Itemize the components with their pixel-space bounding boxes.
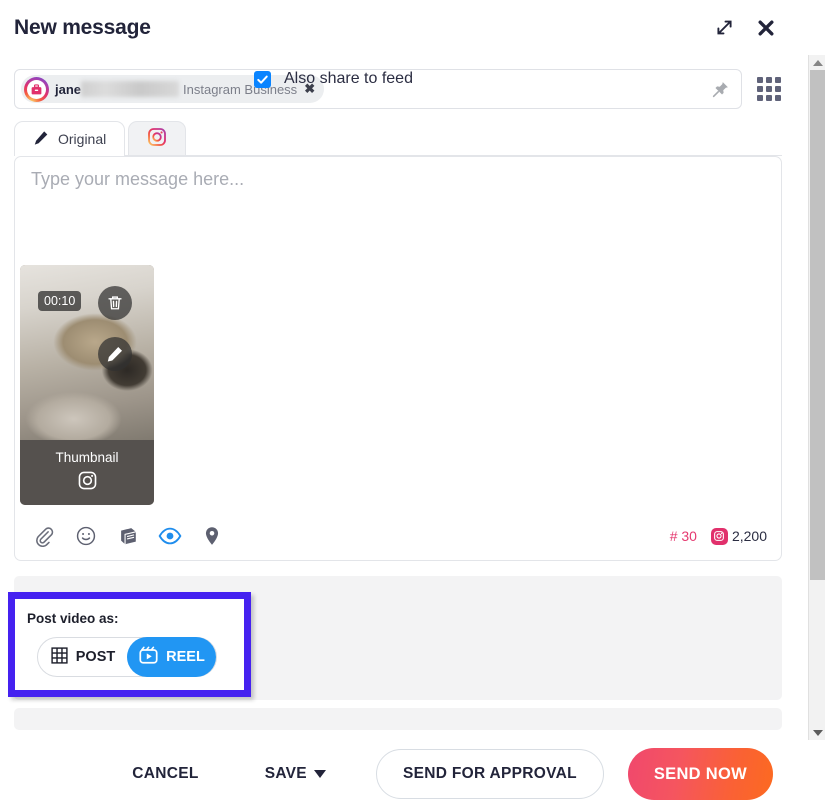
scrollbar-thumb[interactable] xyxy=(810,70,825,580)
expand-icon[interactable] xyxy=(713,17,735,39)
send-now-button[interactable]: SEND NOW xyxy=(627,748,773,800)
scroll-down-icon[interactable] xyxy=(809,725,825,740)
recipient-name: jane xyxy=(55,81,82,97)
post-video-as-group: Post video as: POST REEL xyxy=(8,592,251,697)
post-type-post-label: POST xyxy=(75,649,116,665)
tab-original-label: Original xyxy=(58,131,107,147)
also-share-to-feed-label: Also share to feed xyxy=(284,70,413,87)
chevron-down-icon xyxy=(313,770,326,778)
message-placeholder[interactable]: Type your message here... xyxy=(31,169,244,190)
modal-header: New message xyxy=(0,0,795,55)
instagram-counter-value: 2,200 xyxy=(731,528,767,544)
scroll-up-icon[interactable] xyxy=(809,55,825,70)
instagram-character-counter: 2,200 xyxy=(710,527,767,545)
video-duration-badge: 00:10 xyxy=(38,291,82,311)
pencil-edit-icon[interactable] xyxy=(98,337,132,371)
location-pin-icon[interactable] xyxy=(191,519,233,553)
save-button-label: SAVE xyxy=(264,765,307,782)
pencil-icon xyxy=(33,130,49,149)
instagram-business-avatar-icon xyxy=(24,76,49,102)
post-video-as-label: Post video as: xyxy=(27,611,119,626)
media-thumbnail-tile[interactable]: 00:10 Thumbnail xyxy=(20,265,154,505)
trash-icon[interactable] xyxy=(98,286,132,320)
cancel-button[interactable]: CANCEL xyxy=(118,755,212,793)
instagram-icon xyxy=(147,127,167,150)
page-title: New message xyxy=(14,15,151,39)
grid-icon xyxy=(50,646,69,669)
send-for-approval-button[interactable]: SEND FOR APPROVAL xyxy=(375,749,604,799)
post-type-reel-option[interactable]: REEL xyxy=(127,637,216,677)
hashtag-counter: # 30 xyxy=(669,528,697,544)
character-counters: # 30 2,200 xyxy=(669,527,767,545)
recipient-row: jane Instagram Business ✖ xyxy=(0,60,795,118)
instagram-icon xyxy=(710,527,728,545)
new-message-modal: New message jane Instagram Business ✖ Or… xyxy=(0,0,825,808)
close-icon[interactable] xyxy=(755,17,777,39)
also-share-to-feed-row[interactable]: Also share to feed xyxy=(254,70,413,88)
post-type-reel-label: REEL xyxy=(166,649,205,665)
pushpin-icon[interactable] xyxy=(705,74,735,104)
preview-eye-icon[interactable] xyxy=(149,519,191,553)
compose-toolbar: # 30 2,200 xyxy=(15,512,781,560)
header-actions xyxy=(713,17,777,39)
apps-grid-icon[interactable] xyxy=(757,77,781,101)
vertical-scrollbar[interactable] xyxy=(808,55,825,740)
library-icon[interactable] xyxy=(107,519,149,553)
tab-original[interactable]: Original xyxy=(14,121,126,156)
modal-footer: CANCEL SAVE SEND FOR APPROVAL SEND NOW xyxy=(0,740,795,808)
compose-tabs: Original xyxy=(14,121,782,156)
instagram-icon xyxy=(77,470,98,496)
thumbnail-label: Thumbnail xyxy=(55,449,119,465)
save-button[interactable]: SAVE xyxy=(265,755,326,793)
tab-instagram[interactable] xyxy=(128,121,187,155)
reel-icon xyxy=(138,645,159,670)
post-type-toggle: POST REEL xyxy=(37,637,217,677)
recipient-name-redacted xyxy=(81,81,180,97)
compose-card: Type your message here... 00:10 Thumbnai… xyxy=(14,156,782,561)
emoji-icon[interactable] xyxy=(65,519,107,553)
thumbnail-selector[interactable]: Thumbnail xyxy=(20,440,154,505)
also-share-to-feed-checkbox[interactable] xyxy=(254,70,271,88)
post-options-strip xyxy=(14,708,782,730)
post-type-post-option[interactable]: POST xyxy=(38,637,127,677)
attachment-icon[interactable] xyxy=(23,519,65,553)
